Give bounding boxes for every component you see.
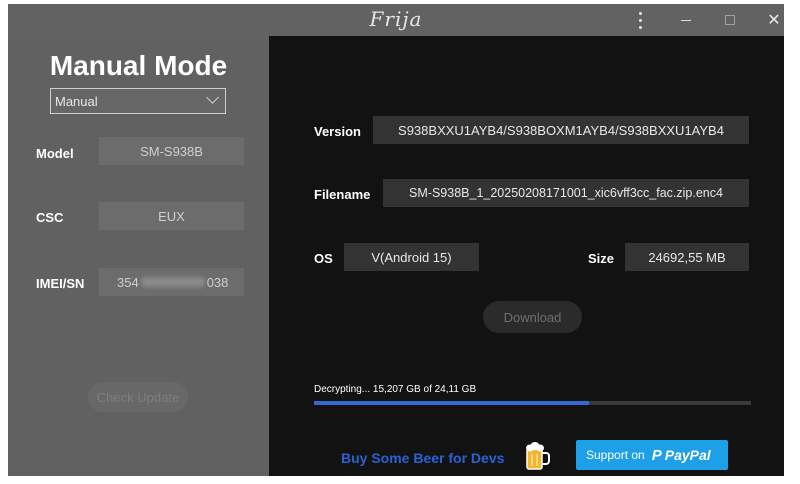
progress-bar: [314, 401, 751, 405]
download-button[interactable]: Download: [483, 301, 582, 333]
imei-value-prefix: 354: [117, 274, 139, 290]
progress-fill: [314, 401, 590, 405]
os-value: V(Android 15): [371, 249, 452, 265]
page-title: Manual Mode: [49, 50, 228, 81]
title-bar: Frija ✕: [8, 4, 784, 36]
close-icon: ✕: [767, 12, 781, 29]
os-field[interactable]: V(Android 15): [344, 243, 479, 271]
version-value: S938BXXU1AYB4/S938BOXM1AYB4/S938BXXU1AYB…: [398, 122, 724, 138]
paypal-logo-icon: P: [651, 446, 662, 464]
status-text: Decrypting... 15,207 GB of 24,11 GB: [314, 384, 477, 395]
check-update-button[interactable]: Check Update: [88, 382, 188, 412]
maximize-icon: [725, 15, 735, 25]
mode-dropdown[interactable]: Manual: [50, 88, 226, 114]
csc-field[interactable]: EUX: [99, 202, 244, 230]
left-panel: Manual Mode Manual Model SM-S938B CSC EU…: [8, 36, 269, 476]
size-field[interactable]: 24692,55 MB: [625, 243, 749, 271]
filename-field[interactable]: SM-S938B_1_20250208171001_xic6vff3cc_fac…: [383, 179, 749, 207]
beer-mug-icon[interactable]: [523, 440, 551, 472]
paypal-support-button[interactable]: Support on P PayPal: [576, 440, 728, 470]
csc-value: EUX: [158, 208, 185, 224]
minimize-button[interactable]: [666, 4, 706, 36]
imei-value-suffix: 038: [206, 274, 229, 290]
paypal-wordmark: PayPal: [664, 447, 711, 463]
minimize-icon: [681, 19, 691, 21]
close-button[interactable]: ✕: [754, 4, 794, 36]
imei-field[interactable]: 354 038: [99, 268, 244, 296]
imei-label: IMEI/SN: [36, 276, 85, 291]
filename-value: SM-S938B_1_20250208171001_xic6vff3cc_fac…: [409, 186, 723, 200]
size-label: Size: [588, 251, 615, 266]
redacted-blur: [140, 277, 205, 287]
mode-dropdown-value: Manual: [55, 94, 98, 109]
filename-label: Filename: [314, 187, 371, 202]
model-label: Model: [36, 146, 74, 161]
version-label: Version: [314, 124, 361, 139]
more-vertical-icon[interactable]: [620, 4, 660, 36]
beer-donate-link[interactable]: Buy Some Beer for Devs: [341, 450, 504, 466]
app-window: Frija ✕ Manual Mode Manual Model SM-S938…: [8, 4, 784, 476]
model-field[interactable]: SM-S938B: [99, 137, 244, 165]
csc-label: CSC: [36, 210, 64, 225]
size-value: 24692,55 MB: [648, 249, 726, 265]
paypal-prefix: Support on: [586, 448, 645, 462]
model-value: SM-S938B: [140, 143, 203, 159]
chevron-down-icon: [206, 91, 219, 104]
maximize-button[interactable]: [710, 4, 750, 36]
os-label: OS: [314, 251, 333, 266]
right-panel: Version S938BXXU1AYB4/S938BOXM1AYB4/S938…: [269, 36, 784, 476]
version-field[interactable]: S938BXXU1AYB4/S938BOXM1AYB4/S938BXXU1AYB…: [373, 116, 749, 144]
